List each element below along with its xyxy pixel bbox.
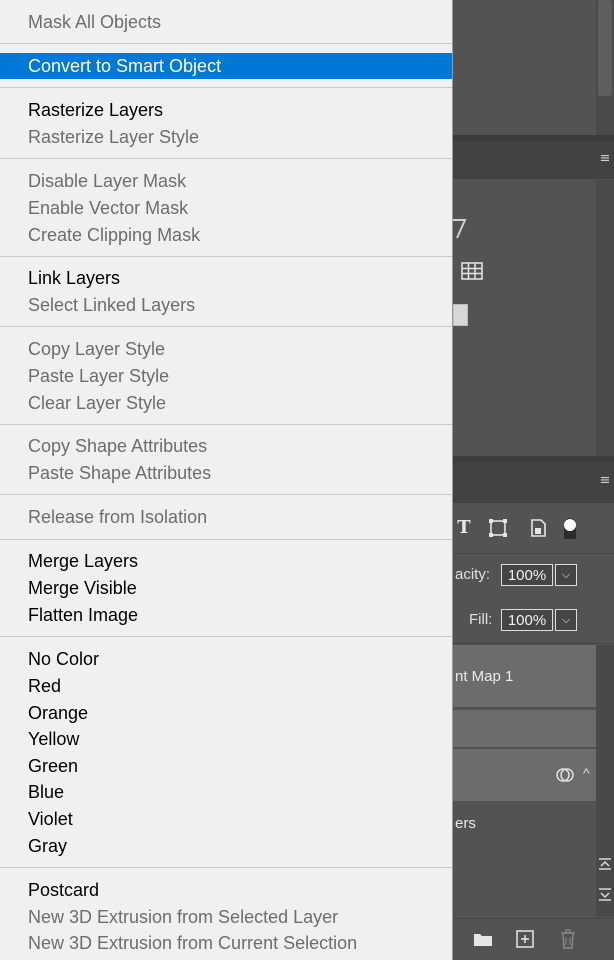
layers-scrollbar[interactable] (596, 645, 614, 917)
layer-row-layers[interactable]: ers (453, 803, 596, 918)
layer-row-group[interactable]: ^ (453, 749, 596, 801)
menu-item-paste-shape-attributes[interactable]: Paste Shape Attributes (0, 460, 452, 486)
filter-toggle-icon[interactable] (563, 517, 585, 539)
collapse-icon[interactable]: ^ (583, 765, 590, 781)
grid-icon[interactable] (461, 262, 483, 280)
layer-row-gradient-map[interactable]: nt Map 1 (453, 645, 596, 707)
menu-separator (0, 158, 452, 159)
menu-item-enable-vector-mask[interactable]: Enable Vector Mask (0, 195, 452, 221)
layer-name-2: ers (455, 815, 476, 832)
menu-separator (0, 424, 452, 425)
menu-item-gray[interactable]: Gray (0, 833, 452, 859)
menu-item-flatten-image[interactable]: Flatten Image (0, 602, 452, 628)
fill-input[interactable]: 100% (501, 609, 553, 631)
layer-row[interactable] (453, 710, 596, 747)
type-filter-icon[interactable]: T (453, 517, 475, 539)
photoshop-panels: ≡ ≡ T acity: 100% ⌵ Fill: 100% ⌵ nt Map … (453, 0, 614, 960)
menu-separator (0, 256, 452, 257)
menu-item-orange[interactable]: Orange (0, 700, 452, 726)
shape-filter-icon[interactable] (487, 517, 509, 539)
menu-item-yellow[interactable]: Yellow (0, 726, 452, 752)
properties-panel (453, 180, 614, 456)
menu-item-create-clipping-mask[interactable]: Create Clipping Mask (0, 222, 452, 248)
menu-separator (0, 87, 452, 88)
new-layer-icon[interactable] (515, 929, 535, 949)
fill-dropdown[interactable]: ⌵ (555, 609, 577, 631)
menu-item-merge-layers[interactable]: Merge Layers (0, 548, 452, 574)
layers-bottom-bar (453, 918, 614, 960)
menu-item-no-color[interactable]: No Color (0, 646, 452, 672)
upper-scroll-thumb[interactable] (598, 0, 612, 96)
menu-item-link-layers[interactable]: Link Layers (0, 265, 452, 291)
menu-item-copy-shape-attributes[interactable]: Copy Shape Attributes (0, 433, 452, 459)
menu-item-select-linked-layers[interactable]: Select Linked Layers (0, 292, 452, 318)
menu-item-rasterize-layers[interactable]: Rasterize Layers (0, 97, 452, 123)
menu-item-copy-layer-style[interactable]: Copy Layer Style (0, 336, 452, 362)
menu-item-postcard[interactable]: Postcard (0, 877, 452, 903)
upper-panel (453, 0, 614, 135)
link-icon[interactable] (555, 765, 575, 785)
layers-panel-menu-icon[interactable]: ≡ (598, 474, 612, 487)
menu-item-disable-layer-mask[interactable]: Disable Layer Mask (0, 168, 452, 194)
opacity-label: acity: (455, 566, 491, 583)
menu-item-merge-visible[interactable]: Merge Visible (0, 575, 452, 601)
vector-shape-icon (453, 219, 467, 239)
properties-scrollbar[interactable] (596, 180, 614, 456)
opacity-input[interactable]: 100% (501, 564, 553, 586)
menu-separator (0, 867, 452, 868)
menu-item-violet[interactable]: Violet (0, 806, 452, 832)
upper-panel-scrollbar[interactable] (596, 0, 614, 135)
menu-item-release-from-isolation[interactable]: Release from Isolation (0, 504, 452, 530)
fill-divider (453, 643, 614, 644)
menu-separator (0, 636, 452, 637)
properties-tab-bar: ≡ (453, 141, 614, 179)
menu-item-new-3d-extrusion-current-selection[interactable]: New 3D Extrusion from Current Selection (0, 930, 452, 956)
menu-item-convert-to-smart-object[interactable]: Convert to Smart Object (0, 53, 452, 79)
layer-context-menu: Mask All Objects Convert to Smart Object… (0, 0, 453, 960)
panel-menu-icon[interactable]: ≡ (598, 152, 612, 165)
menu-item-rasterize-layer-style[interactable]: Rasterize Layer Style (0, 124, 452, 150)
fill-row: Fill: 100% ⌵ (453, 598, 614, 643)
layers-filter-toolbar: T (453, 503, 614, 553)
fill-label: Fill: (469, 611, 493, 628)
menu-separator (0, 539, 452, 540)
menu-separator (0, 326, 452, 327)
trash-icon[interactable] (559, 928, 577, 950)
layers-tab-bar: ≡ (453, 462, 614, 503)
menu-item-mask-all-objects[interactable]: Mask All Objects (0, 9, 452, 35)
scroll-up-icon[interactable] (596, 855, 614, 873)
menu-item-green[interactable]: Green (0, 753, 452, 779)
menu-item-red[interactable]: Red (0, 673, 452, 699)
menu-item-new-3d-extrusion-selected-layer[interactable]: New 3D Extrusion from Selected Layer (0, 904, 452, 930)
menu-item-clear-layer-style[interactable]: Clear Layer Style (0, 390, 452, 416)
folder-icon[interactable] (473, 930, 493, 948)
smart-object-filter-icon[interactable] (527, 517, 549, 539)
layer-name: nt Map 1 (455, 668, 514, 685)
menu-separator (0, 494, 452, 495)
opacity-dropdown[interactable]: ⌵ (555, 564, 577, 586)
menu-separator (0, 43, 452, 44)
color-swatch[interactable] (453, 304, 468, 326)
opacity-row: acity: 100% ⌵ (453, 553, 614, 598)
scroll-down-icon[interactable] (596, 885, 614, 903)
menu-item-paste-layer-style[interactable]: Paste Layer Style (0, 363, 452, 389)
menu-item-blue[interactable]: Blue (0, 779, 452, 805)
